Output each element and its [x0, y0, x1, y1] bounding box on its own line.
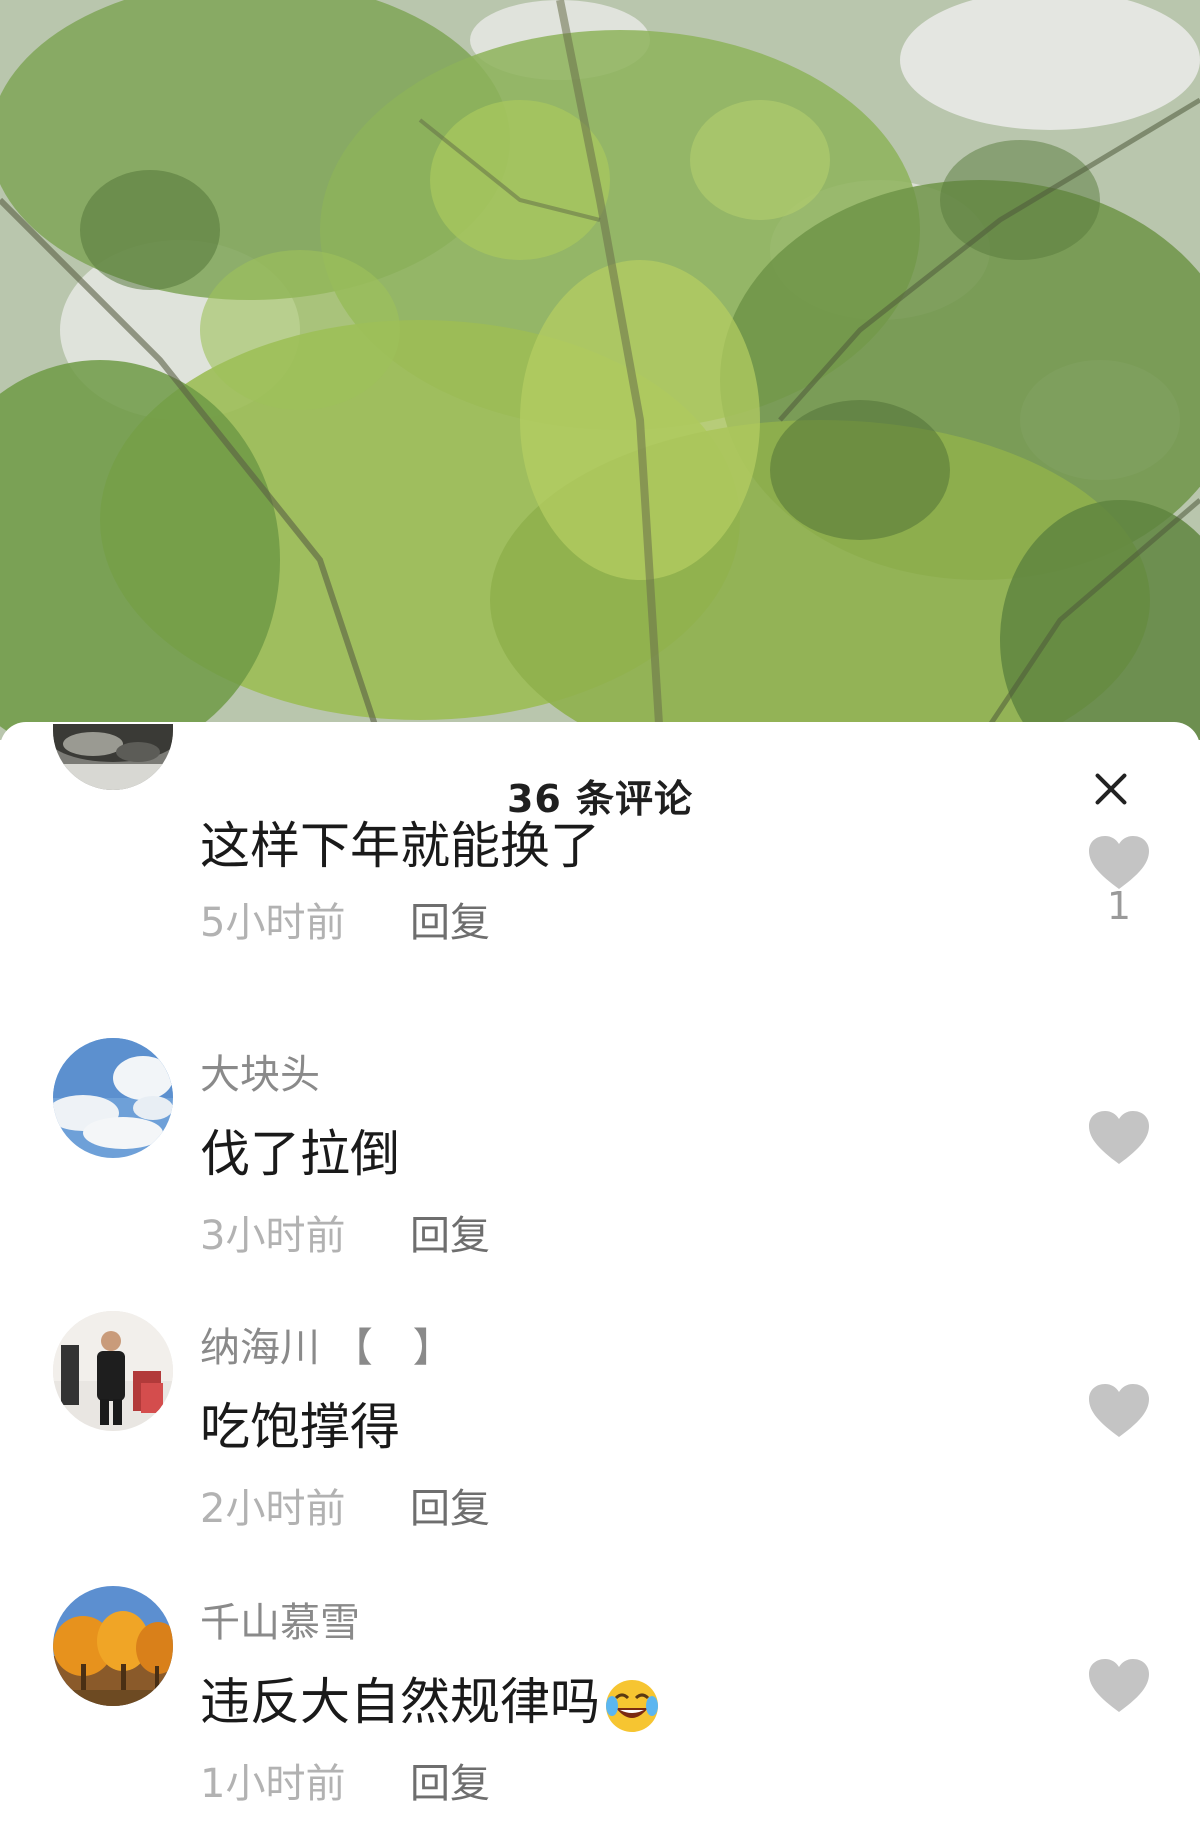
- comment-text: 违反大自然规律吗: [200, 1662, 662, 1736]
- comment-screen: 36 条评论 这样下年就能换了 5小时前 回复 1 大块头 伐了拉倒 3小时前 …: [0, 0, 1200, 1841]
- comment-text-body: 违反大自然规律吗: [200, 1673, 600, 1731]
- comment-time: 3小时前: [200, 1213, 346, 1259]
- username[interactable]: 千山慕雪: [200, 1590, 360, 1648]
- heart-icon[interactable]: [1088, 1383, 1150, 1439]
- comment-time: 5小时前: [200, 900, 346, 946]
- avatar[interactable]: [53, 1311, 173, 1431]
- reply-button[interactable]: 回复: [410, 1751, 490, 1809]
- heart-icon[interactable]: [1088, 835, 1150, 891]
- avatar[interactable]: [53, 1586, 173, 1706]
- like-count: 1: [1106, 884, 1132, 928]
- reply-button[interactable]: 回复: [410, 890, 490, 948]
- comment-sheet: 36 条评论 这样下年就能换了 5小时前 回复 1 大块头 伐了拉倒 3小时前 …: [0, 722, 1200, 1841]
- foliage-image: [0, 0, 1200, 740]
- heart-icon[interactable]: [1088, 1658, 1150, 1714]
- comment-time: 2小时前: [200, 1486, 346, 1532]
- username[interactable]: 纳海川 【 】: [200, 1315, 453, 1373]
- comment-count-title: 36 条评论: [506, 777, 694, 821]
- avatar[interactable]: [53, 1038, 173, 1158]
- video-background[interactable]: [0, 0, 1200, 740]
- username[interactable]: 大块头: [200, 1042, 320, 1100]
- laughing-face-icon: [606, 1679, 658, 1732]
- comment-time: 1小时前: [200, 1761, 346, 1807]
- reply-button[interactable]: 回复: [410, 1203, 490, 1261]
- comment-text: 这样下年就能换了: [200, 817, 600, 875]
- comment-text: 吃饱撑得: [200, 1398, 400, 1456]
- comment-text: 伐了拉倒: [200, 1125, 400, 1183]
- close-icon[interactable]: [1088, 766, 1134, 812]
- reply-button[interactable]: 回复: [410, 1476, 490, 1534]
- heart-icon[interactable]: [1088, 1110, 1150, 1166]
